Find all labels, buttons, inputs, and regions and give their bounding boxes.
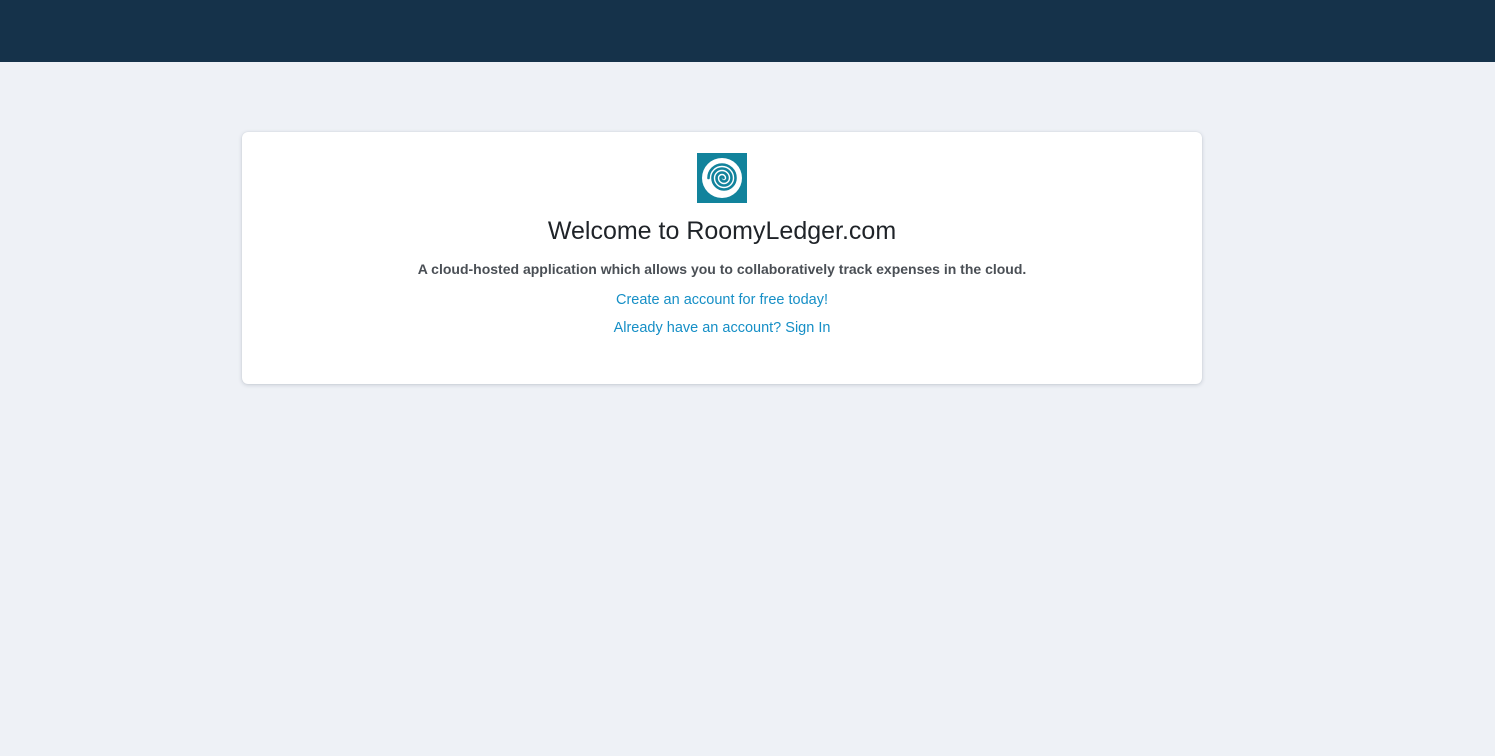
welcome-card: Welcome to RoomyLedger.com A cloud-hoste… <box>242 132 1202 384</box>
page-title: Welcome to RoomyLedger.com <box>547 217 897 245</box>
create-account-link[interactable]: Create an account for free today! <box>242 291 1202 309</box>
create-account-link-label: Create an account for free today! <box>616 292 828 308</box>
top-navbar <box>0 0 1495 62</box>
spiral-icon <box>697 153 747 203</box>
sign-in-link-label: Already have an account? Sign In <box>613 320 831 336</box>
app-description: A cloud-hosted application which allows … <box>417 261 1027 277</box>
sign-in-link[interactable]: Already have an account? Sign In <box>242 319 1202 337</box>
